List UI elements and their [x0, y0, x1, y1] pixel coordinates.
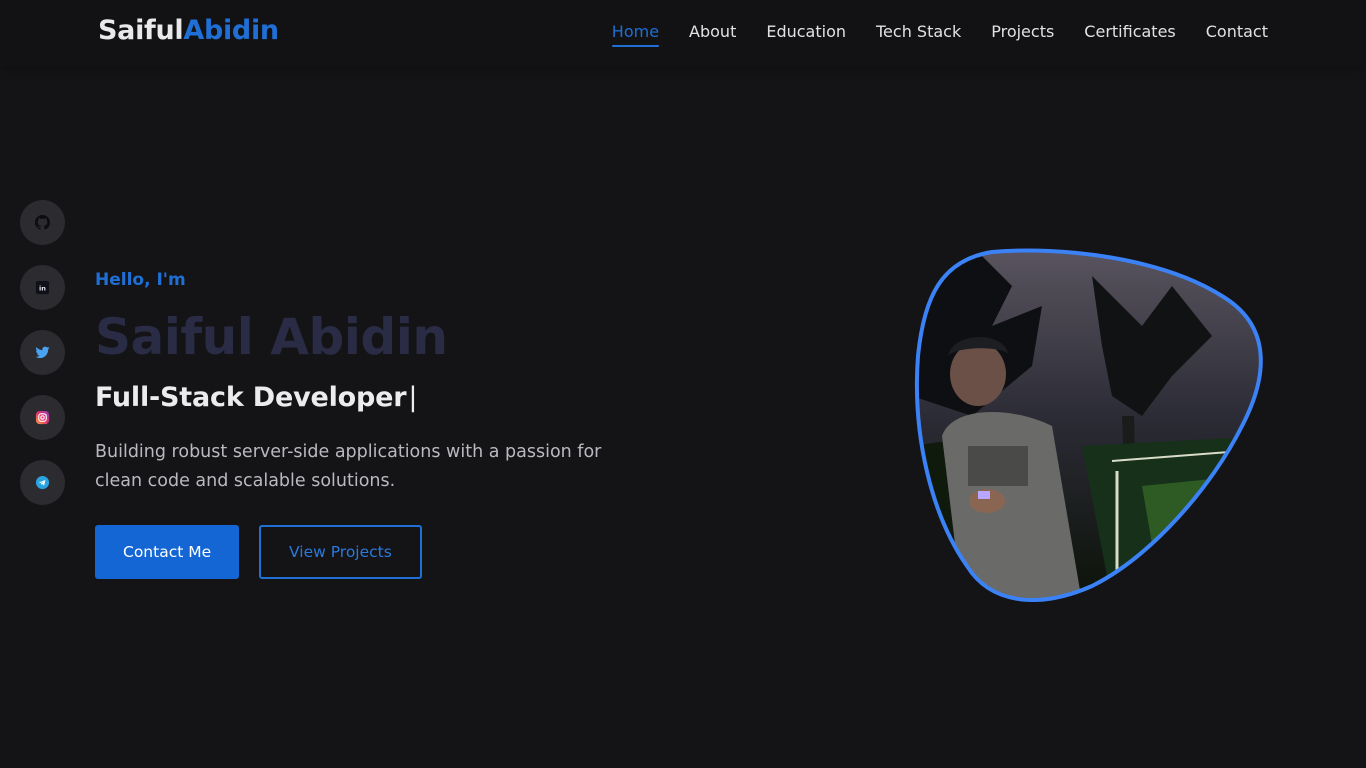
nav-item-certificates[interactable]: Certificates: [1084, 22, 1175, 47]
nav-item-tech-stack[interactable]: Tech Stack: [876, 22, 961, 47]
typing-cursor: |: [408, 382, 418, 413]
hero-description: Building robust server-side applications…: [95, 442, 602, 491]
brand-logo[interactable]: SaifulAbidin: [98, 15, 279, 46]
social-links: in: [20, 200, 65, 505]
instagram-link[interactable]: [20, 395, 65, 440]
github-link[interactable]: [20, 200, 65, 245]
main-nav: Home About Education Tech Stack Projects…: [611, 22, 1268, 47]
contact-me-button[interactable]: Contact Me: [95, 525, 240, 579]
brand-first-name: Saiful: [98, 15, 184, 46]
nav-item-home[interactable]: Home: [611, 22, 660, 47]
nav-item-about[interactable]: About: [689, 22, 736, 47]
nav-item-education[interactable]: Education: [766, 22, 846, 47]
linkedin-link[interactable]: in: [20, 265, 65, 310]
profile-photo: [912, 246, 1268, 602]
telegram-link[interactable]: [20, 460, 65, 505]
profile-photo-blob: [914, 248, 1263, 602]
hero-greeting: Hello, I'm: [95, 270, 186, 290]
site-header: SaifulAbidin Home About Education Tech S…: [0, 0, 1366, 66]
github-icon: [35, 215, 50, 230]
hero-role: Full-Stack Developer|: [95, 382, 417, 413]
twitter-icon: [35, 346, 50, 359]
linkedin-icon: in: [35, 280, 50, 295]
hero-role-text: Full-Stack Developer: [95, 382, 407, 413]
nav-item-contact[interactable]: Contact: [1206, 22, 1268, 47]
svg-text:in: in: [39, 284, 46, 292]
instagram-icon: [35, 410, 50, 425]
hero-name: Saiful Abidin: [95, 308, 448, 366]
twitter-link[interactable]: [20, 330, 65, 375]
nav-item-projects[interactable]: Projects: [991, 22, 1054, 47]
view-projects-button[interactable]: View Projects: [259, 525, 422, 579]
telegram-icon: [35, 475, 50, 490]
brand-last-name: Abidin: [183, 15, 279, 46]
